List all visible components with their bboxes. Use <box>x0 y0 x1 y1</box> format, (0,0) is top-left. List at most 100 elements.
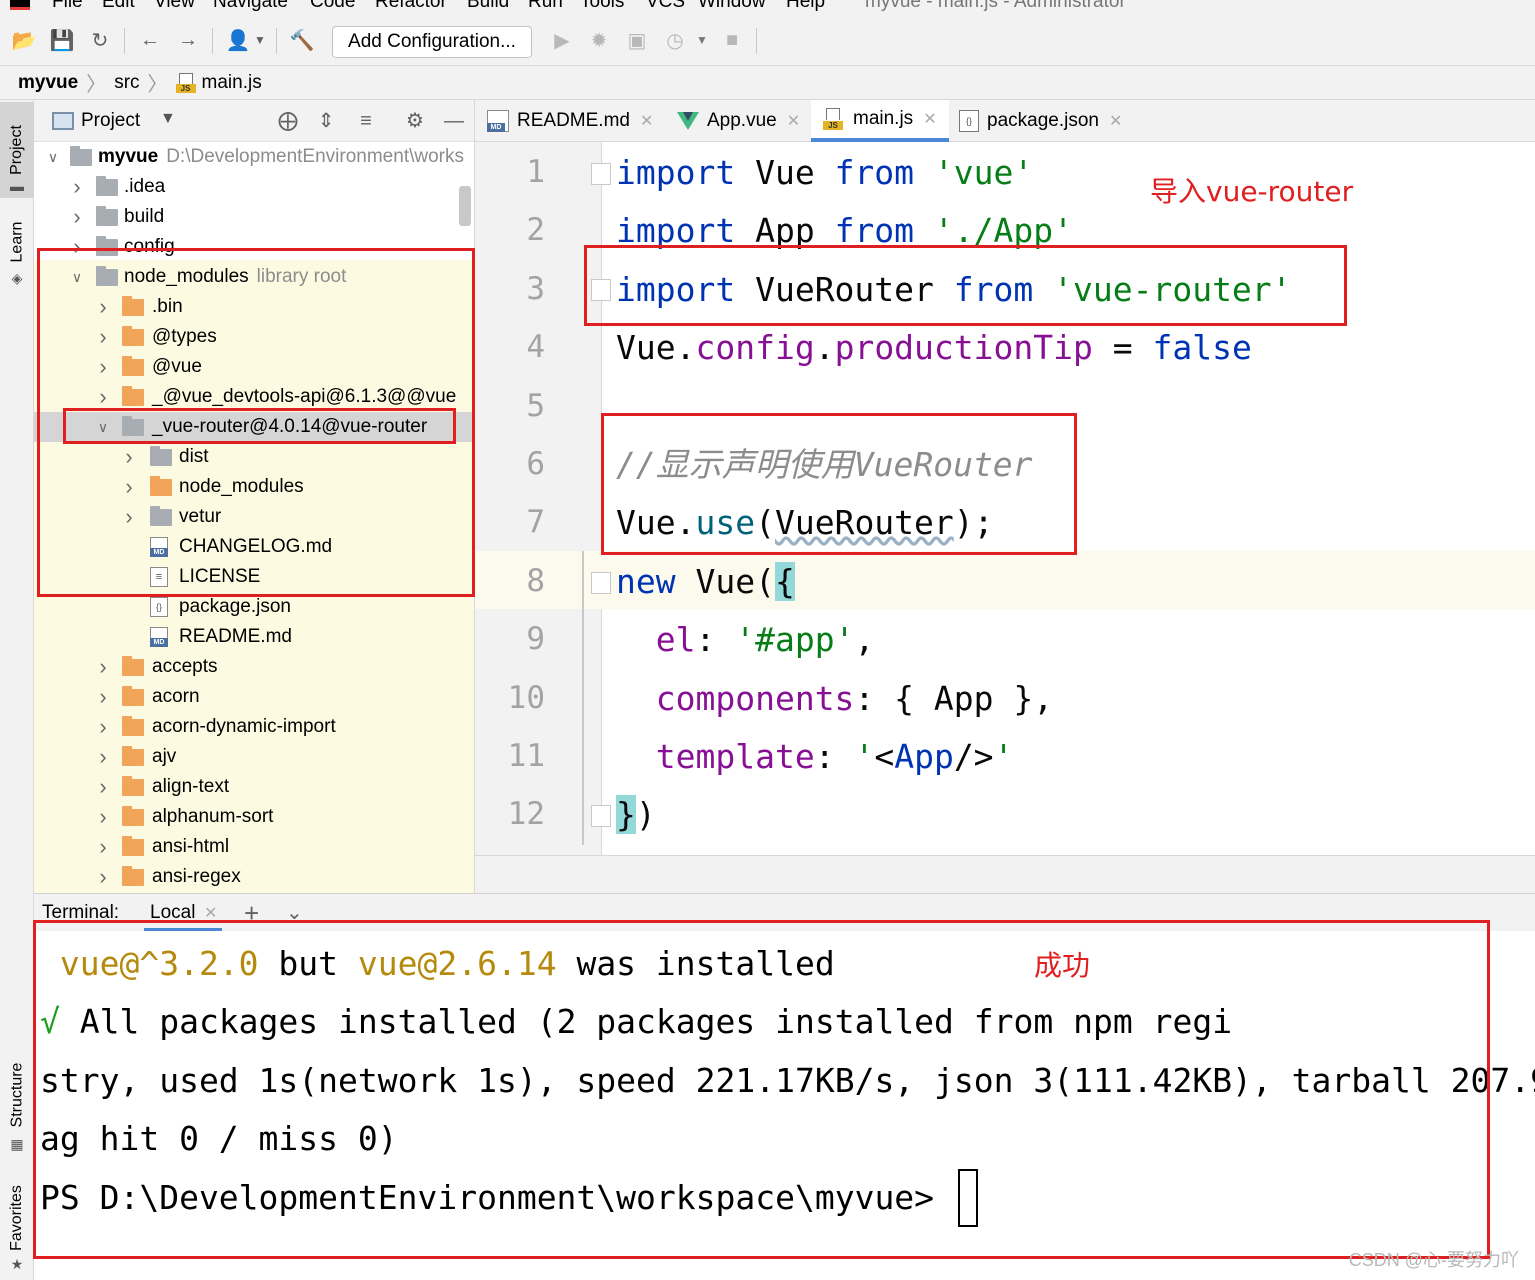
close-icon[interactable]: ✕ <box>923 109 936 129</box>
code-line[interactable]: el: '#app', <box>616 611 875 669</box>
menu-item-code[interactable]: Code <box>310 0 355 13</box>
back-arrow-icon[interactable]: ← <box>138 28 162 52</box>
tree-item[interactable]: › ansi-html <box>34 832 474 862</box>
collapse-all-icon[interactable]: ≡ <box>354 109 378 133</box>
learn-tool-tab[interactable]: Learn <box>0 212 34 272</box>
fold-marker-icon[interactable] <box>591 572 611 594</box>
chevron-down-icon[interactable]: ∨ <box>46 150 60 164</box>
tree-item[interactable]: › align-text <box>34 772 474 802</box>
menu-item-edit[interactable]: Edit <box>102 0 135 13</box>
tree-item[interactable]: › @vue <box>34 352 474 382</box>
menu-item-build[interactable]: Build <box>467 0 509 13</box>
add-terminal-icon[interactable]: + <box>244 898 259 929</box>
chevron-right-icon[interactable]: › <box>96 866 110 888</box>
favorites-tool-tab[interactable]: Favorites <box>0 1180 34 1256</box>
tab-app-vue[interactable]: App.vue ✕ <box>665 100 812 142</box>
fold-marker-icon[interactable] <box>591 805 611 827</box>
chevron-right-icon[interactable]: › <box>96 836 110 858</box>
code-line[interactable]: import Vue from 'vue' <box>616 144 1033 202</box>
menu-item-file[interactable]: File <box>52 0 83 13</box>
terminal-tab-local[interactable]: Local <box>150 902 195 924</box>
menu-item-vcs[interactable]: VCS <box>646 0 685 13</box>
code-line[interactable]: template: '<App/>' <box>616 728 1014 786</box>
chevron-down-icon[interactable]: ∨ <box>96 420 110 434</box>
chevron-right-icon[interactable]: › <box>96 296 110 318</box>
tree-item[interactable]: › ajv <box>34 742 474 772</box>
gear-icon[interactable]: ⚙ <box>403 109 427 133</box>
tree-item[interactable]: › alphanum-sort <box>34 802 474 832</box>
close-icon[interactable]: ✕ <box>1109 111 1122 131</box>
tree-item[interactable]: › ansi-regex <box>34 862 474 892</box>
chevron-right-icon[interactable]: › <box>96 326 110 348</box>
code-line[interactable]: Vue.use(VueRouter); <box>616 494 994 552</box>
locate-target-icon[interactable]: ⨁ <box>276 109 300 133</box>
chevron-right-icon[interactable]: › <box>70 176 84 198</box>
menu-item-window[interactable]: Window <box>698 0 766 13</box>
profile-icon[interactable]: ◷ <box>663 28 687 52</box>
chevron-right-icon[interactable]: › <box>96 386 110 408</box>
open-folder-icon[interactable]: 📂 <box>12 28 37 52</box>
tree-item[interactable]: › @types <box>34 322 474 352</box>
debug-icon[interactable]: ✹ <box>587 28 611 52</box>
structure-tool-tab[interactable]: Structure <box>0 1050 34 1140</box>
chevron-down-icon[interactable]: ∨ <box>70 270 84 284</box>
tree-item[interactable]: › acorn-dynamic-import <box>34 712 474 742</box>
chevron-right-icon[interactable]: › <box>96 806 110 828</box>
tree-item[interactable]: › _@vue_devtools-api@6.1.3@@vue <box>34 382 474 412</box>
close-icon[interactable]: ✕ <box>640 111 653 131</box>
project-panel-title[interactable]: Project <box>81 110 140 132</box>
chevron-down-icon[interactable]: ▼ <box>690 28 714 52</box>
tree-item[interactable]: ∨ _vue-router@4.0.14@vue-router <box>34 412 474 442</box>
menu-item-navigate[interactable]: Navigate <box>213 0 288 13</box>
code-line[interactable]: import VueRouter from 'vue-router' <box>616 261 1292 319</box>
forward-arrow-icon[interactable]: → <box>176 28 200 52</box>
tree-item[interactable]: ∨ myvue D:\DevelopmentEnvironment\works <box>34 142 474 172</box>
tree-item[interactable]: › dist <box>34 442 474 472</box>
tree-item[interactable]: › build <box>34 202 474 232</box>
chevron-right-icon[interactable]: › <box>122 446 136 468</box>
breadcrumb-item-project[interactable]: myvue <box>18 72 78 94</box>
fold-marker-icon[interactable] <box>591 163 611 185</box>
chevron-right-icon[interactable]: › <box>96 716 110 738</box>
menu-item-refactor[interactable]: Refactor <box>375 0 447 13</box>
fold-marker-icon[interactable] <box>591 279 611 301</box>
code-line[interactable]: }) <box>616 786 656 844</box>
tree-item[interactable]: ∨ node_modules library root <box>34 262 474 292</box>
code-line[interactable]: components: { App }, <box>616 670 1053 728</box>
tree-item[interactable]: {} package.json <box>34 592 474 622</box>
chevron-right-icon[interactable]: › <box>96 656 110 678</box>
stop-icon[interactable]: ■ <box>720 28 744 52</box>
chevron-right-icon[interactable]: › <box>122 476 136 498</box>
menu-item-run[interactable]: Run <box>528 0 563 13</box>
expand-all-icon[interactable]: ⇕ <box>314 109 338 133</box>
tree-item[interactable]: › config <box>34 232 474 262</box>
chevron-right-icon[interactable]: › <box>96 746 110 768</box>
chevron-down-icon[interactable]: ▼ <box>160 110 176 128</box>
minimize-icon[interactable]: — <box>442 109 466 133</box>
chevron-down-icon[interactable]: ⌄ <box>286 900 303 925</box>
run-icon[interactable]: ▶ <box>550 28 574 52</box>
tree-item[interactable]: › node_modules <box>34 472 474 502</box>
tree-item[interactable]: MD CHANGELOG.md <box>34 532 474 562</box>
chevron-right-icon[interactable]: › <box>96 686 110 708</box>
tree-item[interactable]: › .idea <box>34 172 474 202</box>
chevron-down-icon[interactable]: ▼ <box>248 28 272 52</box>
menu-item-tools[interactable]: Tools <box>580 0 624 13</box>
terminal-cursor[interactable] <box>957 1168 978 1227</box>
build-hammer-icon[interactable]: 🔨 <box>290 28 315 52</box>
save-icon[interactable]: 💾 <box>50 28 75 52</box>
sync-icon[interactable]: ↻ <box>88 28 112 52</box>
tab-readme[interactable]: MD README.md ✕ <box>475 100 665 142</box>
tree-item[interactable]: › acorn <box>34 682 474 712</box>
chevron-right-icon[interactable]: › <box>96 356 110 378</box>
tree-item[interactable]: ≡ LICENSE <box>34 562 474 592</box>
vertical-scrollbar[interactable] <box>459 186 471 226</box>
chevron-right-icon[interactable]: › <box>96 776 110 798</box>
code-line[interactable]: new Vue({ <box>616 553 795 611</box>
tree-item[interactable]: › .bin <box>34 292 474 322</box>
tree-item[interactable]: MD README.md <box>34 622 474 652</box>
menu-item-view[interactable]: View <box>154 0 195 13</box>
tab-package-json[interactable]: {} package.json ✕ <box>947 100 1134 142</box>
breadcrumb-item-file[interactable]: main.js <box>202 72 262 94</box>
code-line[interactable]: import App from './App' <box>616 202 1073 260</box>
